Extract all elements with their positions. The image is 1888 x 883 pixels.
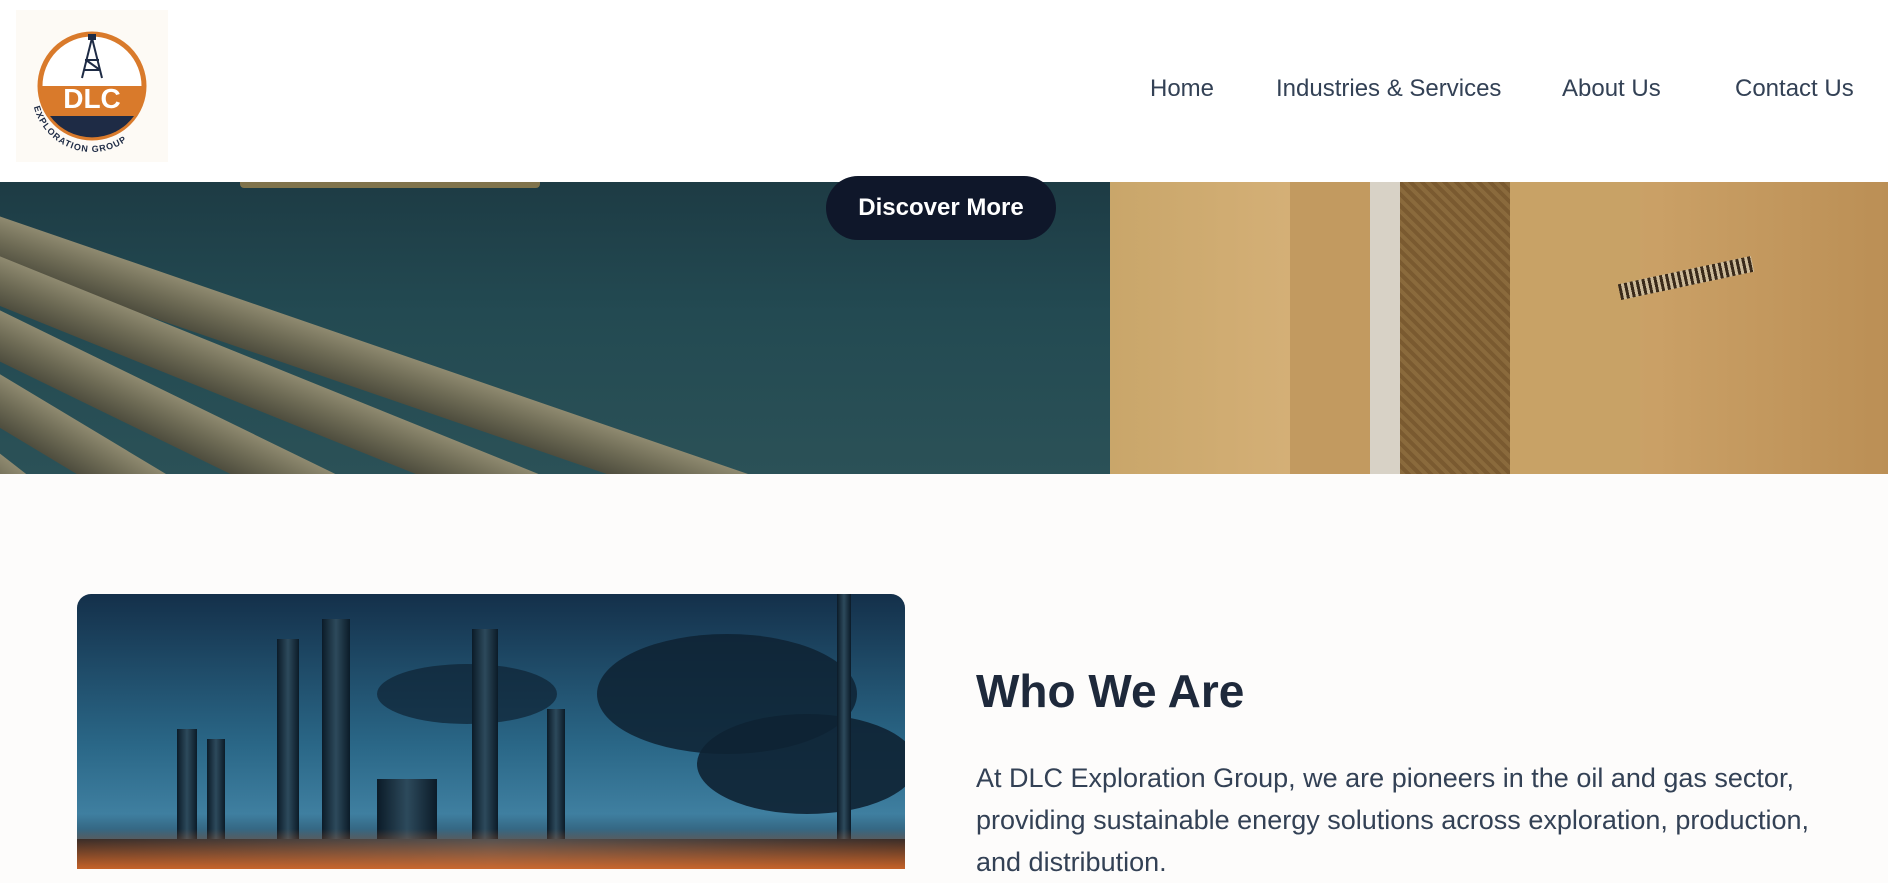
tie bbox=[1400, 182, 1510, 474]
site-header: DLC EXPLORATION GROUP Home Industries & … bbox=[0, 0, 1888, 182]
who-we-are-heading: Who We Are bbox=[976, 665, 1245, 717]
nav-item-industries-services[interactable]: Industries & Services bbox=[1276, 72, 1501, 106]
nav-item-about-us[interactable]: About Us bbox=[1562, 72, 1661, 106]
nav-item-home[interactable]: Home bbox=[1150, 72, 1214, 106]
who-we-are-text: At DLC Exploration Group, we are pioneer… bbox=[976, 763, 1809, 877]
discover-more-button[interactable]: Discover More bbox=[826, 176, 1056, 240]
refinery-image bbox=[77, 594, 905, 869]
nav-item-contact-us[interactable]: Contact Us bbox=[1735, 72, 1854, 106]
main-nav: Home Industries & Services About Us Cont… bbox=[0, 72, 1888, 106]
